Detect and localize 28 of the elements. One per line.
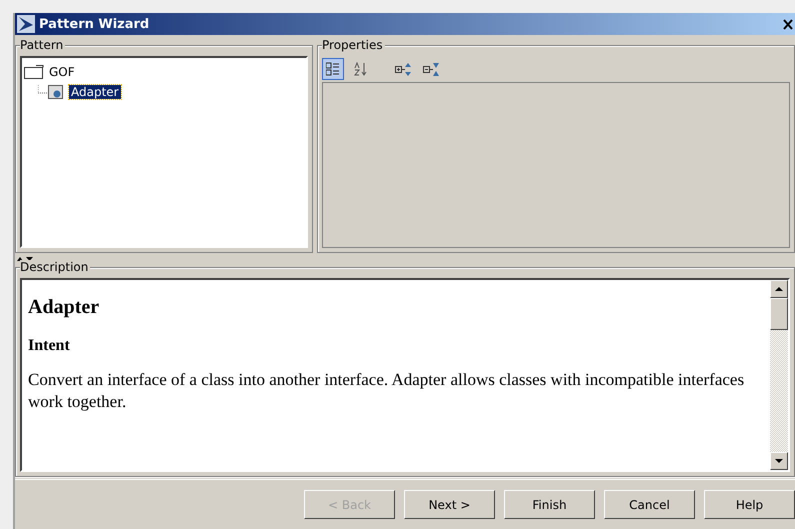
categorized-icon xyxy=(326,62,340,76)
folder-icon xyxy=(24,65,44,79)
sort-az-icon xyxy=(354,62,368,76)
window-title: Pattern Wizard xyxy=(39,16,150,32)
toolbar-button[interactable] xyxy=(322,58,344,80)
panel-legend: Properties xyxy=(322,38,385,52)
wizard-button[interactable]: Finish xyxy=(504,490,595,519)
tree-item[interactable]: GOF xyxy=(47,65,77,79)
app-logo-icon xyxy=(17,15,35,33)
panel-legend: Description xyxy=(20,260,90,274)
wizard-button[interactable]: Help xyxy=(704,490,795,519)
scroll-up-button[interactable] xyxy=(770,280,788,298)
description-text: Convert an interface of a class into another interface. Adapter allows classes with incompatible interfaces work together. xyxy=(28,369,746,413)
description-subheading: Intent xyxy=(28,337,71,355)
expand-all-icon xyxy=(395,62,411,76)
scroll-thumb[interactable] xyxy=(770,298,788,330)
description-heading: Adapter xyxy=(28,296,100,319)
down-arrow-icon xyxy=(775,459,783,463)
wizard-button[interactable]: Next > xyxy=(404,490,495,519)
up-arrow-icon xyxy=(775,287,783,291)
scrollbar[interactable] xyxy=(770,280,788,470)
panel-legend: Pattern xyxy=(20,38,66,52)
wizard-button[interactable]: Cancel xyxy=(604,490,695,519)
scroll-down-button[interactable] xyxy=(770,452,788,470)
tree-item[interactable]: Adapter xyxy=(69,85,121,99)
collapse-all-icon xyxy=(423,62,439,76)
pattern-icon xyxy=(38,84,66,100)
close-icon[interactable] xyxy=(783,18,793,30)
